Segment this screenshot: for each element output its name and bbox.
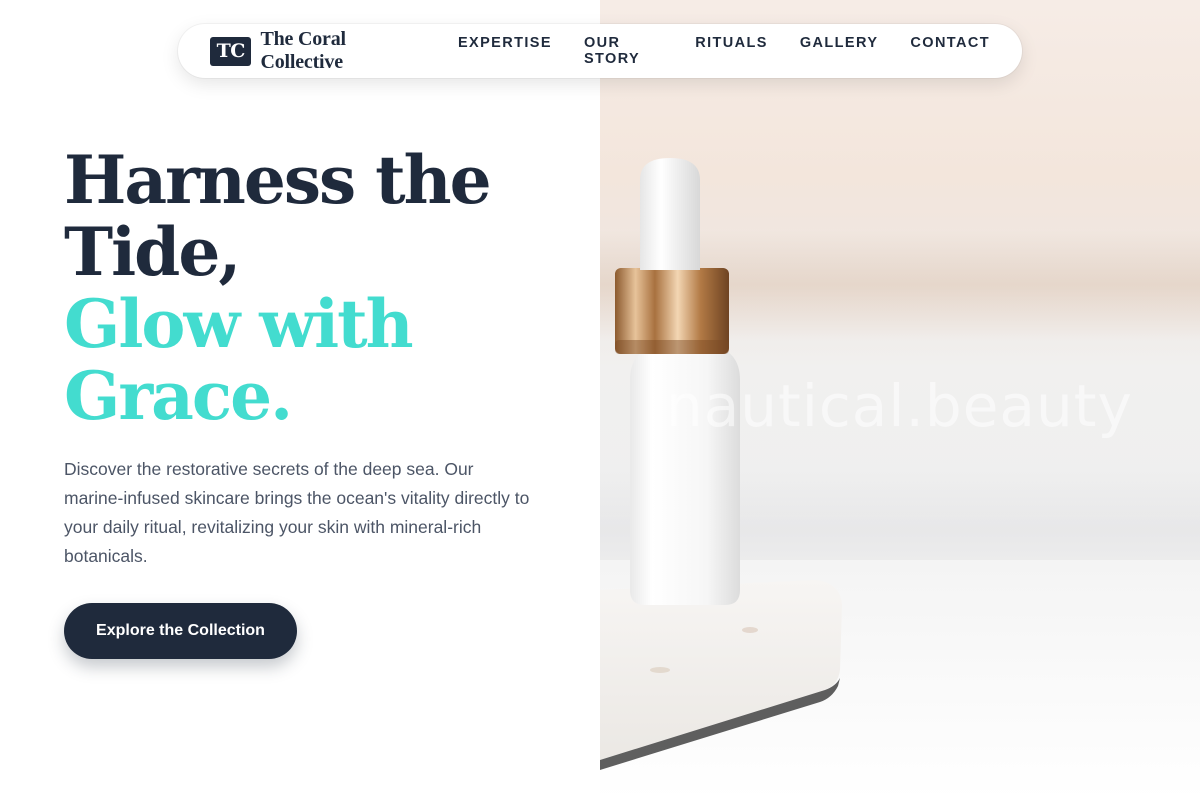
- top-navigation-bar: TC The Coral Collective EXPERTISE OUR ST…: [178, 24, 1022, 78]
- nav-item-expertise[interactable]: EXPERTISE: [458, 35, 552, 67]
- nav-item-gallery[interactable]: GALLERY: [800, 35, 879, 67]
- nav-menu: EXPERTISE OUR STORY RITUALS GALLERY CONT…: [458, 35, 990, 67]
- hero-description: Discover the restorative secrets of the …: [64, 459, 530, 566]
- watermark-text: nautical.beauty: [666, 372, 1133, 440]
- serum-dropper-bottle-icon: [600, 158, 842, 770]
- explore-collection-button[interactable]: Explore the Collection: [64, 603, 297, 659]
- nav-item-rituals[interactable]: RITUALS: [695, 35, 768, 67]
- nav-item-contact[interactable]: CONTACT: [910, 35, 990, 67]
- headline-primary-line: Harness the Tide,: [64, 141, 492, 291]
- hero-product-photo: nautical.beauty: [600, 0, 1200, 800]
- nav-item-our-story[interactable]: OUR STORY: [584, 35, 663, 67]
- brand-monogram-icon: TC: [210, 36, 252, 66]
- headline-accent-line: Glow with Grace.: [64, 285, 414, 435]
- brand-name: The Coral Collective: [260, 28, 346, 73]
- brand-logo-link[interactable]: TC The Coral Collective: [210, 28, 427, 74]
- hero-headline: Harness the Tide, Glow with Grace.: [64, 144, 584, 432]
